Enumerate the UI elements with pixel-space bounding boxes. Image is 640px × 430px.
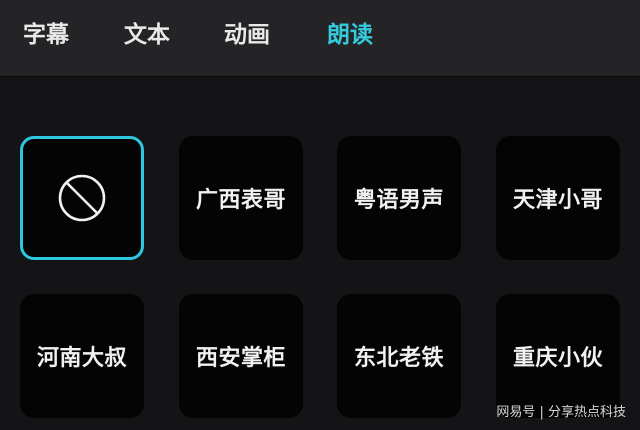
tab-text[interactable]: 文本 xyxy=(124,19,170,51)
voice-label: 河南大叔 xyxy=(36,346,127,371)
voice-label: 天津小哥 xyxy=(512,188,603,213)
tab-bar: 字幕 文本 动画 朗读 xyxy=(0,0,640,77)
watermark: 网易号 | 分享热点科技 xyxy=(496,405,626,420)
tab-subtitles[interactable]: 字幕 xyxy=(23,19,69,51)
voice-tile-xian[interactable]: 西安掌柜 xyxy=(179,294,303,418)
voice-tile-none[interactable] xyxy=(20,136,144,260)
voice-label: 广西表哥 xyxy=(195,188,286,213)
tab-animation[interactable]: 动画 xyxy=(224,19,270,51)
voice-grid: 广西表哥 粤语男声 天津小哥 河南大叔 西安掌柜 东北老铁 重庆小伙 xyxy=(0,77,640,430)
voice-label: 重庆小伙 xyxy=(512,346,603,371)
voice-tile-cantonese[interactable]: 粤语男声 xyxy=(337,136,461,260)
voice-label: 东北老铁 xyxy=(353,346,444,371)
voice-tile-chongqing[interactable]: 重庆小伙 xyxy=(496,294,620,418)
voice-label: 粤语男声 xyxy=(353,188,444,213)
voice-tile-tianjin[interactable]: 天津小哥 xyxy=(496,136,620,260)
voice-tile-henan[interactable]: 河南大叔 xyxy=(20,294,144,418)
none-icon xyxy=(58,174,106,222)
voice-label: 西安掌柜 xyxy=(195,346,286,371)
voice-tile-guangxi[interactable]: 广西表哥 xyxy=(179,136,303,260)
voice-tile-dongbei[interactable]: 东北老铁 xyxy=(337,294,461,418)
tab-read-aloud[interactable]: 朗读 xyxy=(327,19,373,51)
